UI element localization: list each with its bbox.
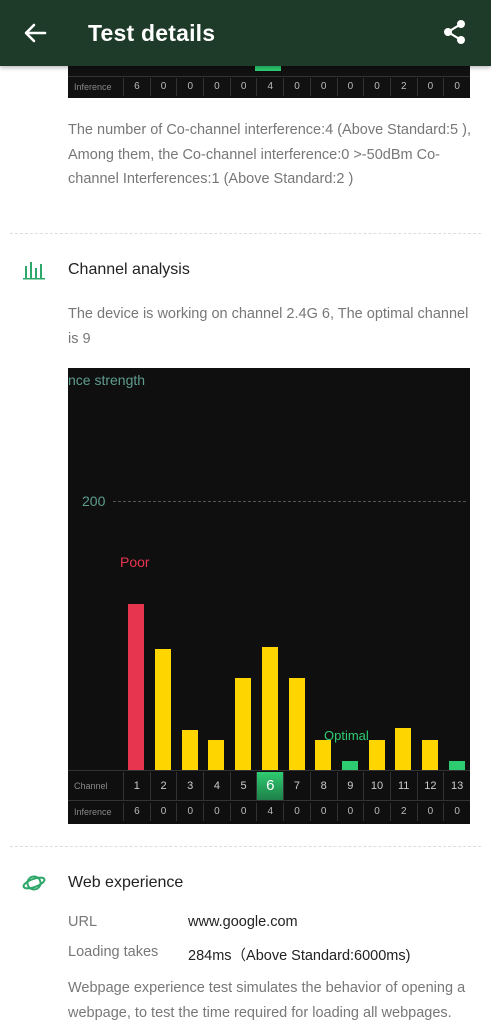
inference-cell: 0: [176, 802, 203, 821]
inference-cell: 4: [256, 802, 283, 821]
url-label: URL: [68, 914, 98, 930]
inference-cell: 0: [149, 77, 177, 96]
channel-label: Channel: [74, 780, 108, 791]
bar-channel-10: [368, 739, 385, 770]
bar-channel-13: [448, 760, 465, 770]
inference-cell: 0: [309, 802, 337, 821]
planet-icon: [22, 871, 46, 895]
bar-channel-7: [288, 677, 305, 770]
inference-cell: 6: [123, 802, 150, 821]
inference-cells: 6000040000200: [123, 77, 470, 96]
bar-channel-9: [341, 760, 358, 770]
channel-cells: 1 2 3 4 5 6 7 8 9 10 11 12 13: [123, 771, 470, 800]
channel-cell: 6: [256, 771, 284, 800]
selected-channel-marker: [255, 66, 281, 71]
section-title: Channel analysis: [68, 261, 190, 278]
bar-channel-4: [208, 739, 225, 770]
inference-cell: 0: [203, 802, 230, 821]
reference-label: 200: [82, 493, 106, 509]
inference-cell: 0: [229, 77, 257, 96]
inference-cell: 0: [336, 802, 364, 821]
channel-chart: nce strength 200 Poor Optimal Channel 12…: [68, 368, 470, 824]
web-experience-header: Web experience: [22, 871, 183, 895]
bar-chart-icon: [22, 258, 46, 282]
channel-row: Channel 1 2 3 4 5 6 7 8 9 10 11 12 13: [68, 770, 470, 800]
channel-description: The device is working on channel 2.4G 6,…: [68, 306, 469, 347]
loading-label: Loading takes: [68, 944, 159, 960]
divider: [10, 233, 481, 234]
channel-cell: 9: [336, 771, 364, 800]
channel-cell: 3: [176, 771, 203, 800]
cochannel-chart-strip: Inference 6000040000200: [68, 66, 470, 98]
inference-cell: 0: [309, 77, 337, 96]
loading-row: Loading takes 284ms（Above Standard:6000m…: [68, 944, 410, 965]
loading-value: 284ms（Above Standard:6000ms): [188, 948, 411, 964]
bar-channel-2: [155, 649, 172, 770]
inference-cell: 0: [443, 802, 470, 821]
inference-cell: 0: [283, 77, 310, 96]
inference-cell: 0: [203, 77, 230, 96]
inference-row: Inference 6000040000200: [68, 76, 470, 96]
bar-channel-11: [395, 727, 412, 770]
channel-cell: 11: [389, 771, 417, 800]
inference-cell: 0: [229, 802, 257, 821]
inference-cell: 0: [416, 77, 444, 96]
page-title: Test details: [88, 19, 216, 46]
channel-cell: 12: [416, 771, 444, 800]
arrow-left-icon[interactable]: [22, 20, 48, 46]
inference-cell: 0: [443, 77, 470, 96]
reference-line: [113, 501, 466, 502]
inference-cell: 0: [176, 77, 203, 96]
bar-channel-3: [181, 730, 198, 770]
inference-row: Inference 6000040000200: [68, 800, 470, 822]
web-experience-description: Webpage experience test simulates the be…: [68, 980, 466, 1021]
url-value: www.google.com: [188, 914, 298, 930]
channel-cell: 4: [203, 771, 230, 800]
inference-cell: 0: [416, 802, 444, 821]
inference-cell: 0: [149, 802, 177, 821]
inference-cell: 4: [256, 77, 283, 96]
channel-cell: 13: [443, 771, 470, 800]
cochannel-description: The number of Co-channel interference:4 …: [68, 122, 472, 187]
channel-cell: 10: [363, 771, 390, 800]
bar-channel-1: [128, 603, 145, 770]
inference-cells: 6000040000200: [123, 802, 470, 821]
bar-channel-5: [235, 677, 252, 770]
inference-cell: 0: [336, 77, 364, 96]
channel-cell: 5: [229, 771, 257, 800]
channel-cell: 8: [309, 771, 337, 800]
inference-cell: 0: [283, 802, 310, 821]
inference-cell: 0: [363, 77, 390, 96]
bar-channel-8: [315, 739, 332, 770]
section-title: Web experience: [68, 874, 184, 891]
url-row: URL www.google.com: [68, 914, 298, 930]
channel-cell: 2: [149, 771, 177, 800]
y-axis-label: nce strength: [68, 372, 146, 388]
inference-cell: 0: [363, 802, 390, 821]
divider: [10, 846, 481, 847]
inference-label: Inference: [74, 806, 112, 817]
inference-cell: 2: [389, 77, 417, 96]
bar-channel-6: [261, 647, 278, 770]
poor-label: Poor: [120, 554, 150, 570]
channel-cell: 1: [123, 771, 150, 800]
bar-channel-12: [421, 739, 438, 770]
channel-cell: 7: [283, 771, 310, 800]
inference-label: Inference: [74, 81, 112, 92]
inference-cell: 6: [123, 77, 150, 96]
channel-analysis-header: Channel analysis: [22, 258, 190, 282]
inference-cell: 2: [389, 802, 417, 821]
app-bar: Test details: [0, 0, 491, 66]
share-icon[interactable]: [441, 18, 469, 46]
